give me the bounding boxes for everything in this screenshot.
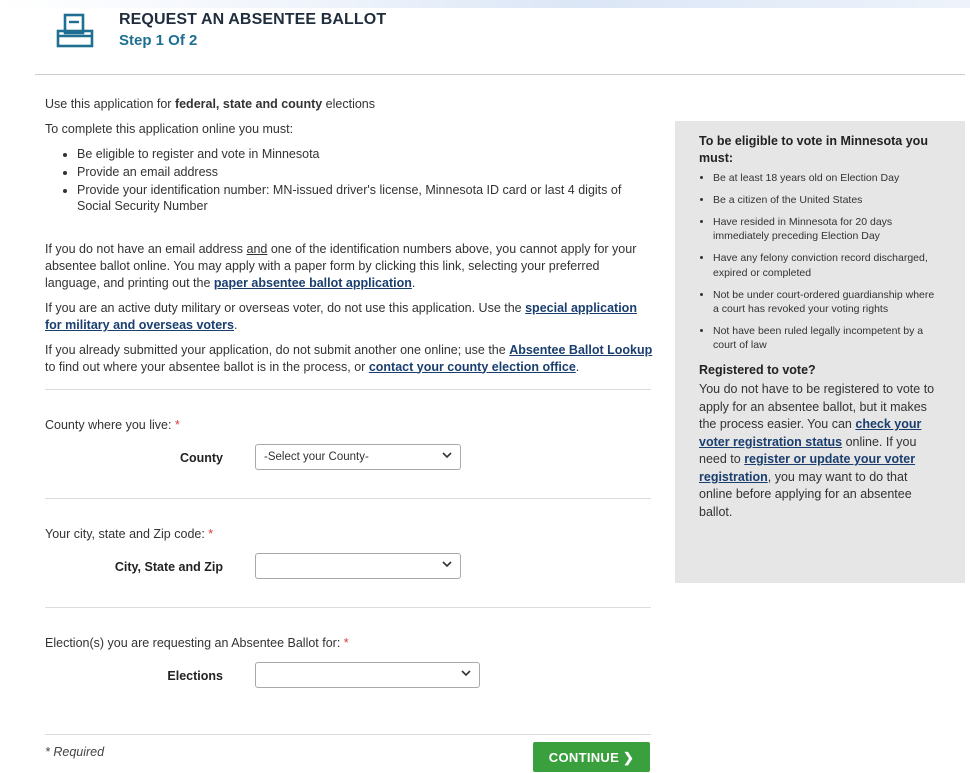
eligibility-title: To be eligible to vote in Minnesota you … (699, 134, 928, 165)
ballot-lookup-link[interactable]: Absentee Ballot Lookup (509, 343, 652, 357)
page-header: REQUEST AN ABSENTEE BALLOT Step 1 Of 2 (55, 9, 615, 55)
city-select[interactable] (255, 553, 461, 580)
elections-select[interactable] (255, 662, 480, 688)
chevron-down-icon (442, 452, 452, 459)
header-divider (35, 74, 965, 75)
required-marker: * (208, 527, 214, 542)
county-label: County (179, 451, 223, 466)
required-note: * Required (45, 745, 105, 759)
required-marker: * (343, 636, 349, 651)
county-row: County -Select your County- (45, 444, 653, 474)
county-select-value: -Select your County- (264, 451, 369, 464)
intro-line: Use this application for federal, state … (45, 97, 376, 111)
county-question: County where you live: * (45, 418, 180, 433)
top-banner (0, 0, 970, 8)
registered-title: Registered to vote? (699, 363, 816, 378)
city-label: City, State and Zip (114, 560, 223, 575)
step-indicator: Step 1 Of 2 (119, 32, 198, 49)
list-item: Have any felony conviction record discha… (713, 251, 939, 279)
elections-label: Elections (167, 669, 223, 683)
continue-button[interactable]: CONTINUE ❯ (533, 742, 650, 772)
chevron-down-icon (461, 670, 471, 677)
main-content: Use this application for federal, state … (45, 96, 653, 692)
intro-emphasis: federal, state and county (174, 97, 323, 111)
eligibility-list: Be at least 18 years old on Election Day… (699, 171, 939, 353)
paper-form-paragraph: If you do not have an email address and … (45, 242, 637, 290)
required-marker: * (174, 418, 180, 433)
list-item: Provide your identification number: MN-i… (77, 182, 653, 216)
list-item: Be a citizen of the United States (713, 193, 939, 207)
footer-divider (45, 734, 651, 735)
requirements-lead: To complete this application online you … (45, 121, 294, 136)
city-question: Your city, state and Zip code: * (45, 527, 214, 542)
list-item: Not have been ruled legally incompetent … (713, 324, 939, 352)
list-item: Be at least 18 years old on Election Day (713, 171, 939, 185)
county-office-link[interactable]: contact your county election office (369, 360, 576, 374)
list-item: Be eligible to register and vote in Minn… (77, 146, 653, 163)
list-item: Not be under court-ordered guardianship … (713, 288, 939, 316)
list-item: Provide an email address (77, 164, 653, 181)
requirements-list: Be eligible to register and vote in Minn… (45, 146, 653, 216)
elections-question: Election(s) you are requesting an Absent… (45, 636, 349, 651)
chevron-down-icon (442, 561, 452, 568)
eligibility-sidebar: To be eligible to vote in Minnesota you … (675, 121, 965, 583)
lookup-paragraph: If you already submitted your applicatio… (45, 342, 653, 374)
military-paragraph: If you are an active duty military or ov… (45, 300, 637, 332)
county-select[interactable]: -Select your County- (255, 444, 461, 471)
page-title: REQUEST AN ABSENTEE BALLOT (119, 11, 387, 28)
ballot-box-icon (56, 13, 94, 48)
registered-text: You do not have to be registered to vote… (699, 382, 935, 519)
and-emphasis: and (246, 242, 268, 257)
list-item: Have resided in Minnesota for 20 days im… (713, 215, 939, 243)
elections-row: Elections (45, 662, 653, 692)
city-row: City, State and Zip (45, 553, 653, 583)
paper-application-link[interactable]: paper absentee ballot application (214, 276, 412, 290)
